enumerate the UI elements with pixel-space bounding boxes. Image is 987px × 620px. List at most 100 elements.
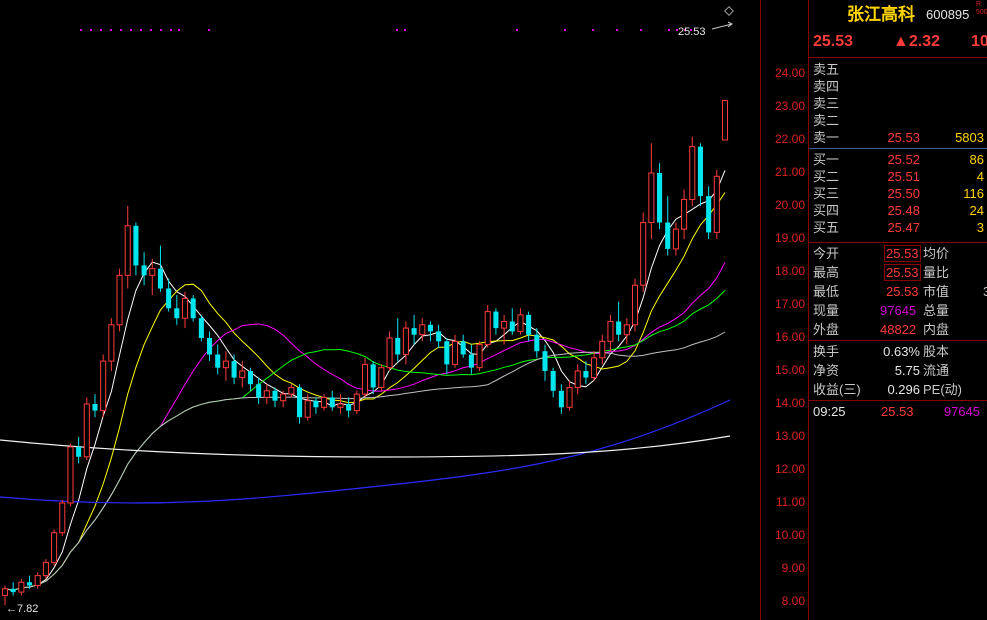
candle-body [574,370,581,388]
candle-body [534,334,540,352]
candle-body [18,581,25,593]
candle-body [124,225,131,276]
candle [640,212,647,292]
quote-panel: 张江高科 600895 R 500 25.53 ▲2.32 10 卖五 卖四 卖三 卖二… [808,0,987,620]
price-tick-label: 19.00 [774,231,805,245]
candle-body [256,384,262,398]
price-axis: 24.00 23.00 22.00 21.00 20.00 19.00 18.00 17.00… [760,0,809,620]
candle-body [361,363,369,395]
bid-row[interactable]: 买一 25.52 86 [809,151,987,168]
candle-body [427,324,433,332]
candle [297,384,303,424]
candle-body [215,354,221,368]
ask-row[interactable]: 卖五 [809,61,987,78]
kline-chart[interactable]: 25.53 ←7.82 [0,0,760,620]
candle-body [583,371,589,378]
candle-body [689,146,696,200]
candle [157,245,163,292]
quote-row-low: 最低 25.53 市值 3 [813,284,987,299]
event-dot [640,29,642,31]
last-price-arrow-icon [711,21,733,30]
candle [92,394,98,418]
event-dot [160,29,162,31]
candle [222,351,229,381]
candle-body [174,308,180,319]
diamond-icon[interactable] [724,6,734,16]
candle [346,397,352,418]
outer-volume: 48822 [880,322,917,337]
candle-body [451,340,459,365]
stock-header: 张江高科 600895 R 500 [809,1,987,26]
event-dot [616,29,618,31]
candle-body [92,404,98,411]
candle [18,578,25,596]
event-dot [90,29,92,31]
candle [623,318,630,345]
ask-row[interactable]: 卖三 [809,95,987,112]
price-change: ▲2.32 [893,33,940,50]
period-low-label: ←7.82 [6,603,38,615]
candle [550,367,556,398]
candle [378,364,385,391]
candle [599,334,606,365]
candle-body [476,344,483,369]
bid-row[interactable]: 买二 25.51 4 [809,168,987,185]
candle-body [566,387,573,408]
bid-row[interactable]: 买三 25.50 116 [809,185,987,202]
low-price: 25.53 [886,284,919,299]
candle-body [468,354,474,368]
last-price: 25.53 [813,33,854,50]
candle-body [353,393,360,412]
candle [313,397,319,414]
candle-body [411,328,417,335]
candle-body [263,390,270,398]
ask-row[interactable]: 卖二 [809,112,987,129]
candle [468,344,474,375]
event-dot [668,29,670,31]
order-volume: 3 [976,220,984,235]
candle [67,443,74,507]
candle [141,252,147,286]
candle-body [672,228,679,250]
quote-row-outer: 外盘 48822 内盘 [813,322,950,337]
candle [697,143,703,206]
fund-row-nav: 净资 5.75 流通 [813,363,950,378]
candle-body [599,340,606,359]
candle-body [395,338,401,355]
event-dot [208,29,210,31]
candle-body [231,361,237,378]
candle-body [288,387,295,395]
candle [395,318,401,362]
price-tick-label: 22.00 [774,132,805,146]
tick-row[interactable]: 09:25 25.53 97645 [809,403,987,420]
event-marker-row [80,29,692,31]
candle-body [59,502,66,534]
candle-body [247,371,253,385]
candle-body [713,175,720,233]
price-tick-label: 18.00 [774,264,805,278]
candle [631,278,639,332]
stock-name: 张江高科 [847,5,915,24]
candle-body [157,268,163,289]
event-dot [150,29,152,31]
ask-row[interactable]: 卖一 25.53 5803 [809,129,987,146]
candle [337,394,344,414]
candle [451,334,459,368]
candle-body [133,225,139,266]
candle [517,308,524,335]
candle-body [166,288,172,309]
order-level-label: 卖二 [813,113,840,128]
candle-body [83,403,90,458]
candle-body [100,360,107,412]
order-level-label: 卖五 [813,62,840,77]
price-tick-label: 14.00 [774,396,805,410]
candle [100,354,107,418]
candle [509,308,515,335]
ask-row[interactable]: 卖四 [809,78,987,95]
candle-body [149,268,156,276]
order-price: 25.50 [887,186,920,201]
candle-body [616,321,622,335]
bid-row[interactable]: 买五 25.47 3 [809,219,987,236]
bid-row[interactable]: 买四 25.48 24 [809,202,987,219]
order-level-label: 买五 [813,220,840,235]
